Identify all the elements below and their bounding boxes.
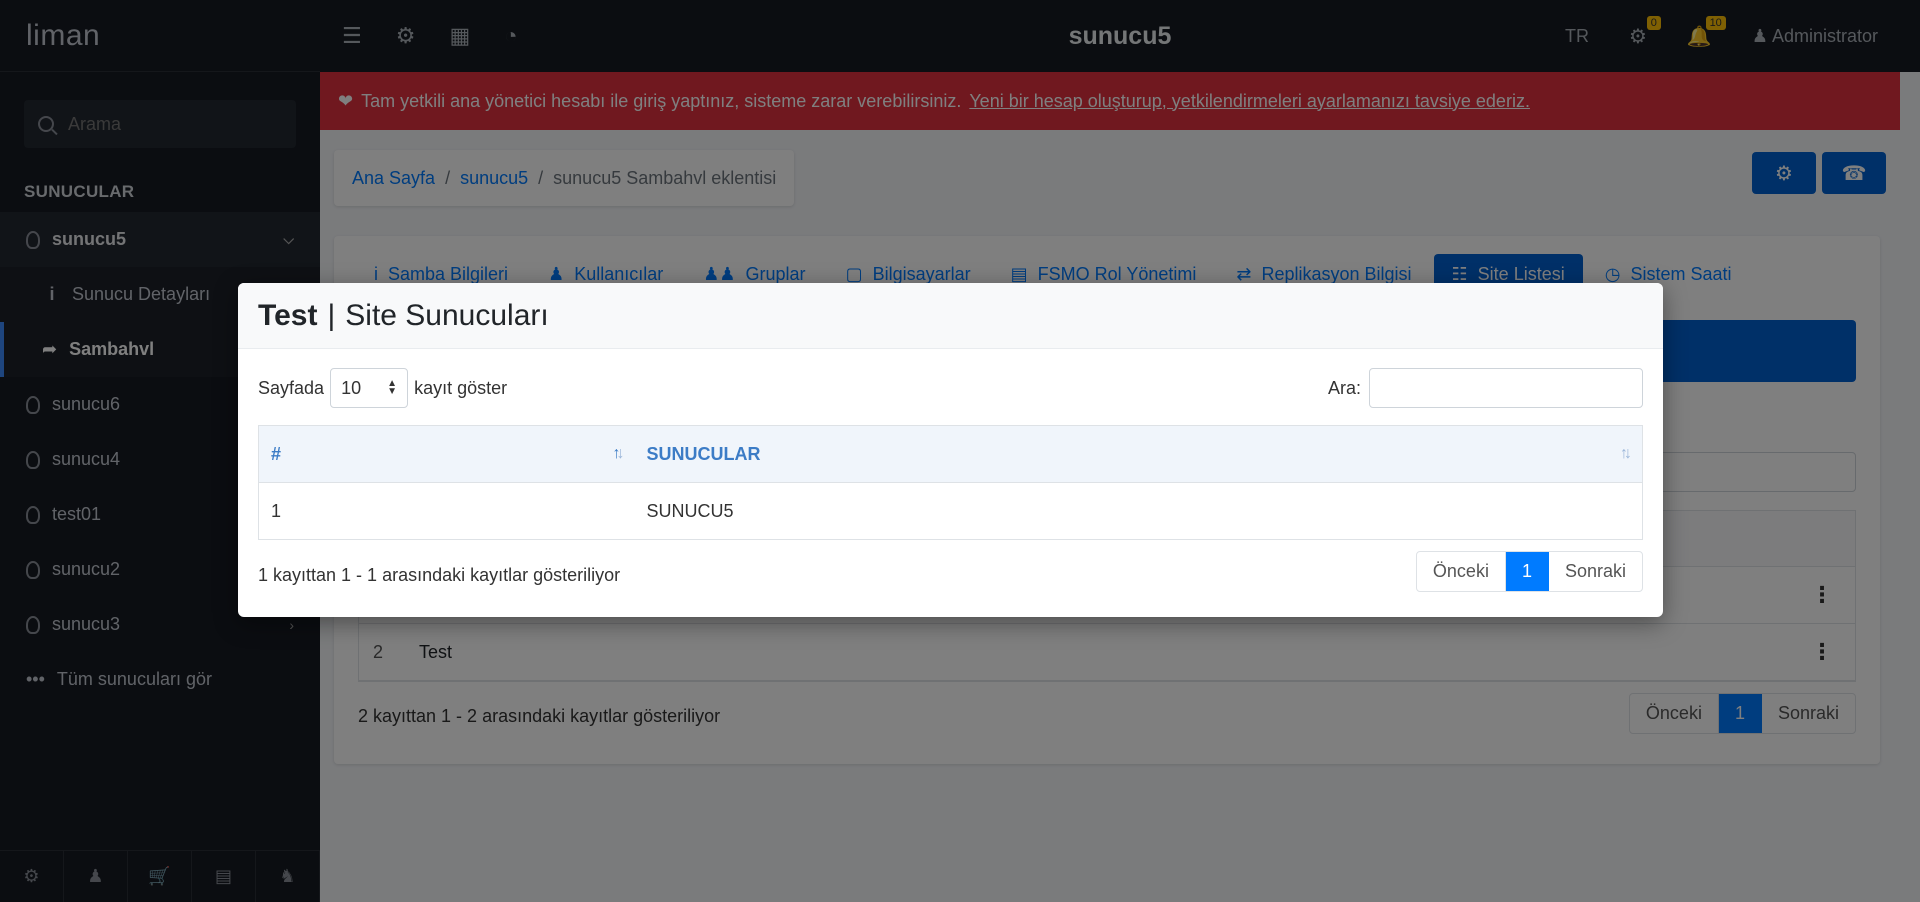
modal-search: Ara: (1328, 368, 1643, 408)
page-length-suffix: kayıt göster (414, 377, 508, 398)
column-header-index[interactable]: # ↑↓ (258, 425, 635, 483)
row-index: 1 (271, 500, 282, 521)
prev-page-button[interactable]: Önceki (1417, 552, 1506, 591)
title-divider: | (327, 298, 336, 332)
modal-table-info: 1 kayıttan 1 - 1 arasındaki kayıtlar gös… (258, 565, 621, 585)
site-servers-modal: Test | Site Sunucuları Sayfada 10 ▲ ▼ kay… (238, 283, 1663, 617)
modal-search-input[interactable] (1369, 368, 1643, 408)
servers-table: # ↑↓ SUNUCULAR ↑↓ 1 SUNUCU5 (258, 425, 1643, 540)
page-length-prefix: Sayfada (258, 377, 325, 398)
sort-icon: ↑↓ (1620, 445, 1632, 462)
modal-title: Test | Site Sunucuları (238, 283, 1663, 349)
modal-title-text: Site Sunucuları (345, 298, 549, 332)
row-server-name: SUNUCU5 (646, 500, 734, 521)
page-length-value: 10 (341, 377, 362, 398)
modal-pagination: Önceki 1 Sonraki (1415, 551, 1643, 592)
modal-title-site: Test (258, 298, 318, 332)
sort-ascending-icon: ↑↓ (612, 445, 625, 462)
column-header-servers[interactable]: SUNUCULAR ↑↓ (634, 425, 1643, 483)
page-button[interactable]: 1 (1505, 552, 1549, 591)
sort-updown-icon: ▲ ▼ (387, 378, 398, 397)
page-length-select[interactable]: 10 ▲ ▼ (330, 368, 409, 408)
next-page-button[interactable]: Sonraki (1549, 552, 1642, 591)
column-label: SUNUCULAR (646, 443, 761, 464)
search-label: Ara: (1327, 377, 1361, 398)
table-row[interactable]: 1 SUNUCU5 (259, 483, 1643, 540)
page-length-control: Sayfada 10 ▲ ▼ kayıt göster (258, 368, 507, 408)
column-label: # (271, 443, 282, 464)
